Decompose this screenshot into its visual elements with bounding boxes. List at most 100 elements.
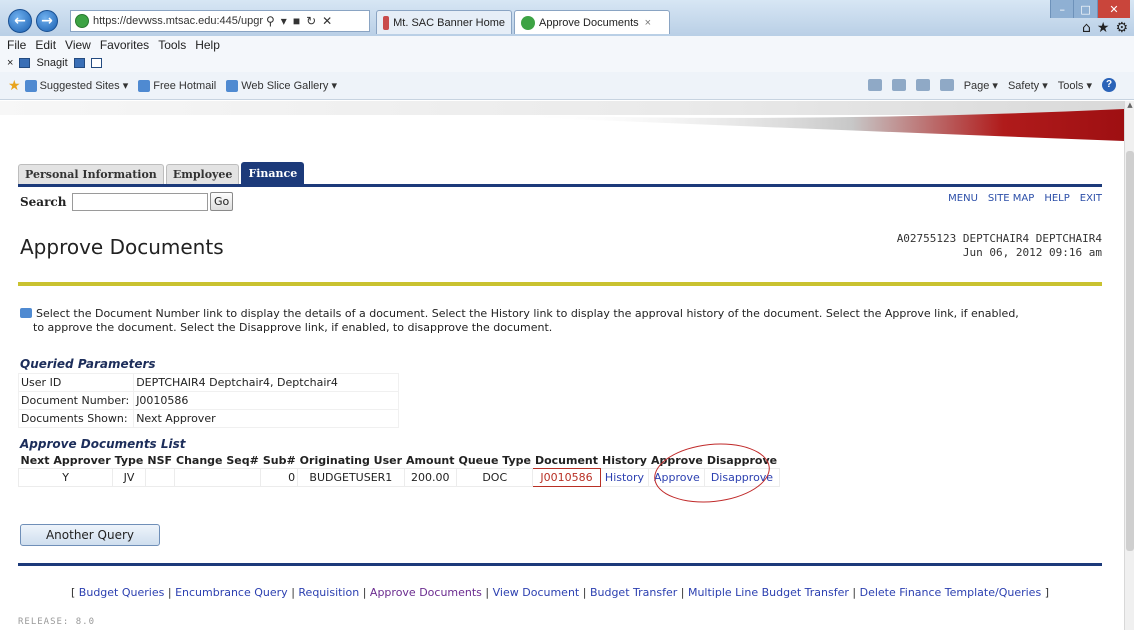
snagit-button[interactable]: Snagit bbox=[36, 57, 67, 69]
minimize-icon[interactable]: – bbox=[1050, 0, 1074, 18]
title-divider bbox=[18, 282, 1102, 286]
stop-icon[interactable]: ✕ bbox=[319, 14, 335, 28]
footer-link-budget-queries[interactable]: Budget Queries bbox=[79, 586, 165, 599]
maximize-icon[interactable]: □ bbox=[1073, 0, 1097, 18]
tab-favicon-icon bbox=[521, 15, 535, 30]
footer-link-requisition[interactable]: Requisition bbox=[298, 586, 359, 599]
footer-link-approve-documents[interactable]: Approve Documents bbox=[370, 586, 482, 599]
lock-icon: ■ bbox=[292, 14, 301, 28]
ie-page-icon bbox=[24, 79, 37, 92]
col-change-seq: Change Seq# bbox=[176, 454, 259, 467]
page-title: Approve Documents bbox=[20, 235, 224, 259]
scroll-thumb[interactable] bbox=[1126, 151, 1134, 551]
search-icon[interactable]: ⚲ bbox=[263, 14, 278, 28]
col-history: History bbox=[602, 454, 647, 467]
table-row: Documents Shown: Next Approver bbox=[17, 409, 400, 428]
snagit-capture-icon[interactable] bbox=[73, 58, 85, 68]
footer-link-budget-transfer[interactable]: Budget Transfer bbox=[590, 586, 677, 599]
home-icon[interactable]: ⌂ bbox=[1082, 20, 1091, 36]
col-originating-user: Originating User bbox=[299, 454, 403, 467]
instructions: Select the Document Number link to displ… bbox=[20, 307, 1100, 335]
browser-tab-banner-home[interactable]: Mt. SAC Banner Home bbox=[376, 10, 512, 34]
cell-change-seq bbox=[173, 468, 262, 487]
release-number: RELEASE: 8.0 bbox=[18, 617, 96, 627]
queried-parameters-table: User ID DEPTCHAIR4 Deptchair4, Deptchair… bbox=[17, 373, 400, 428]
back-arrow-icon[interactable]: ← bbox=[8, 9, 32, 33]
browser-right-icons: ⌂ ★ ⚙ bbox=[1082, 20, 1128, 36]
another-query-button[interactable]: Another Query bbox=[20, 524, 160, 546]
page-menu[interactable]: Page ▾ bbox=[964, 79, 998, 92]
cell-next-approver: Y bbox=[17, 468, 114, 487]
print-icon[interactable] bbox=[939, 79, 954, 91]
tab-favicon-icon bbox=[383, 15, 390, 30]
timestamp: Jun 06, 2012 09:16 am bbox=[962, 246, 1102, 259]
address-bar[interactable]: https://devwss.mtsac.edu:445/upgr/i ⚲ ▾ … bbox=[70, 10, 370, 32]
history-link[interactable]: History bbox=[599, 468, 650, 487]
refresh-icon[interactable]: ↻ bbox=[303, 14, 319, 28]
instructions-text-2: to approve the document. Select the Disa… bbox=[33, 321, 553, 334]
footer-link-encumbrance-query[interactable]: Encumbrance Query bbox=[175, 586, 288, 599]
close-window-icon[interactable]: ✕ bbox=[1096, 0, 1131, 18]
snagit-options-icon[interactable] bbox=[90, 58, 102, 68]
help-link[interactable]: HELP bbox=[1044, 193, 1069, 204]
tab-divider bbox=[18, 184, 1102, 187]
close-tab-icon[interactable]: × bbox=[645, 17, 651, 29]
page-content: Personal Information Employee Finance Se… bbox=[0, 101, 1124, 630]
menu-help[interactable]: Help bbox=[195, 38, 220, 52]
home-icon[interactable] bbox=[867, 79, 882, 91]
tools-menu[interactable]: Tools ▾ bbox=[1058, 79, 1092, 92]
info-icon bbox=[20, 308, 32, 318]
tab-finance[interactable]: Finance bbox=[241, 162, 305, 184]
favorites-star-icon[interactable]: ★ bbox=[1097, 20, 1110, 36]
approve-documents-list-title: Approve Documents List bbox=[20, 437, 186, 451]
menu-edit[interactable]: Edit bbox=[35, 38, 56, 52]
menu-favorites[interactable]: Favorites bbox=[100, 38, 149, 52]
cell-nsf bbox=[144, 468, 175, 487]
gear-icon[interactable]: ⚙ bbox=[1115, 20, 1128, 36]
close-toolbar-icon[interactable]: × bbox=[7, 57, 13, 69]
footer-separator: | bbox=[485, 586, 490, 599]
footer-separator: | bbox=[582, 586, 587, 599]
favorites-star-icon[interactable]: ★ bbox=[8, 77, 21, 94]
user-info: A02755123 DEPTCHAIR4 DEPTCHAIR4 Jun 06, … bbox=[897, 232, 1102, 260]
browser-tab-approve-documents[interactable]: Approve Documents × bbox=[514, 10, 670, 34]
fav-suggested-sites[interactable]: Suggested Sites ▾ bbox=[24, 79, 128, 92]
address-url[interactable]: https://devwss.mtsac.edu:445/upgr/i bbox=[93, 15, 263, 27]
forward-arrow-icon[interactable]: → bbox=[36, 10, 58, 32]
go-button[interactable]: Go bbox=[210, 192, 234, 211]
exit-link[interactable]: EXIT bbox=[1080, 193, 1102, 204]
ie-page-icon bbox=[226, 79, 239, 92]
cell-originating-user: BUDGETUSER1 bbox=[297, 468, 405, 487]
col-amount: Amount bbox=[406, 454, 455, 467]
help-icon[interactable]: ? bbox=[1102, 78, 1116, 92]
menu-file[interactable]: File bbox=[7, 38, 26, 52]
banner-header bbox=[0, 101, 1124, 141]
scroll-up-icon[interactable]: ▲ bbox=[1125, 101, 1134, 111]
dropdown-icon[interactable]: ▾ bbox=[278, 14, 290, 28]
site-icon bbox=[75, 14, 89, 28]
feeds-icon[interactable] bbox=[891, 79, 906, 91]
menu-link[interactable]: MENU bbox=[948, 193, 978, 204]
mail-icon[interactable] bbox=[915, 79, 930, 91]
cell-queue-type: DOC bbox=[455, 468, 534, 487]
menu-tools[interactable]: Tools bbox=[158, 38, 186, 52]
page-scrollbar[interactable]: ▲ bbox=[1124, 101, 1134, 630]
menu-view[interactable]: View bbox=[65, 38, 91, 52]
fav-free-hotmail[interactable]: Free Hotmail bbox=[138, 79, 217, 92]
footer-links: [ Budget Queries | Encumbrance Query | R… bbox=[18, 585, 1102, 600]
footer-link-view-document[interactable]: View Document bbox=[493, 586, 580, 599]
document-number-link[interactable]: J0010586 bbox=[532, 468, 601, 487]
search-input[interactable] bbox=[72, 192, 208, 211]
safety-menu[interactable]: Safety ▾ bbox=[1008, 79, 1048, 92]
snagit-icon bbox=[19, 58, 31, 68]
footer-link-delete-finance-template[interactable]: Delete Finance Template/Queries bbox=[860, 586, 1042, 599]
fav-web-slice-gallery[interactable]: Web Slice Gallery ▾ bbox=[226, 79, 337, 92]
tab-personal-information[interactable]: Personal Information bbox=[18, 164, 164, 184]
site-map-link[interactable]: SITE MAP bbox=[988, 193, 1034, 204]
cell-type: JV bbox=[112, 468, 146, 487]
col-queue-type: Queue Type bbox=[458, 454, 531, 467]
tab-employee[interactable]: Employee bbox=[165, 164, 240, 184]
fav-label: Free Hotmail bbox=[153, 79, 217, 92]
top-links: MENU SITE MAP HELP EXIT bbox=[948, 193, 1102, 204]
footer-link-multiple-line-budget-transfer[interactable]: Multiple Line Budget Transfer bbox=[688, 586, 849, 599]
